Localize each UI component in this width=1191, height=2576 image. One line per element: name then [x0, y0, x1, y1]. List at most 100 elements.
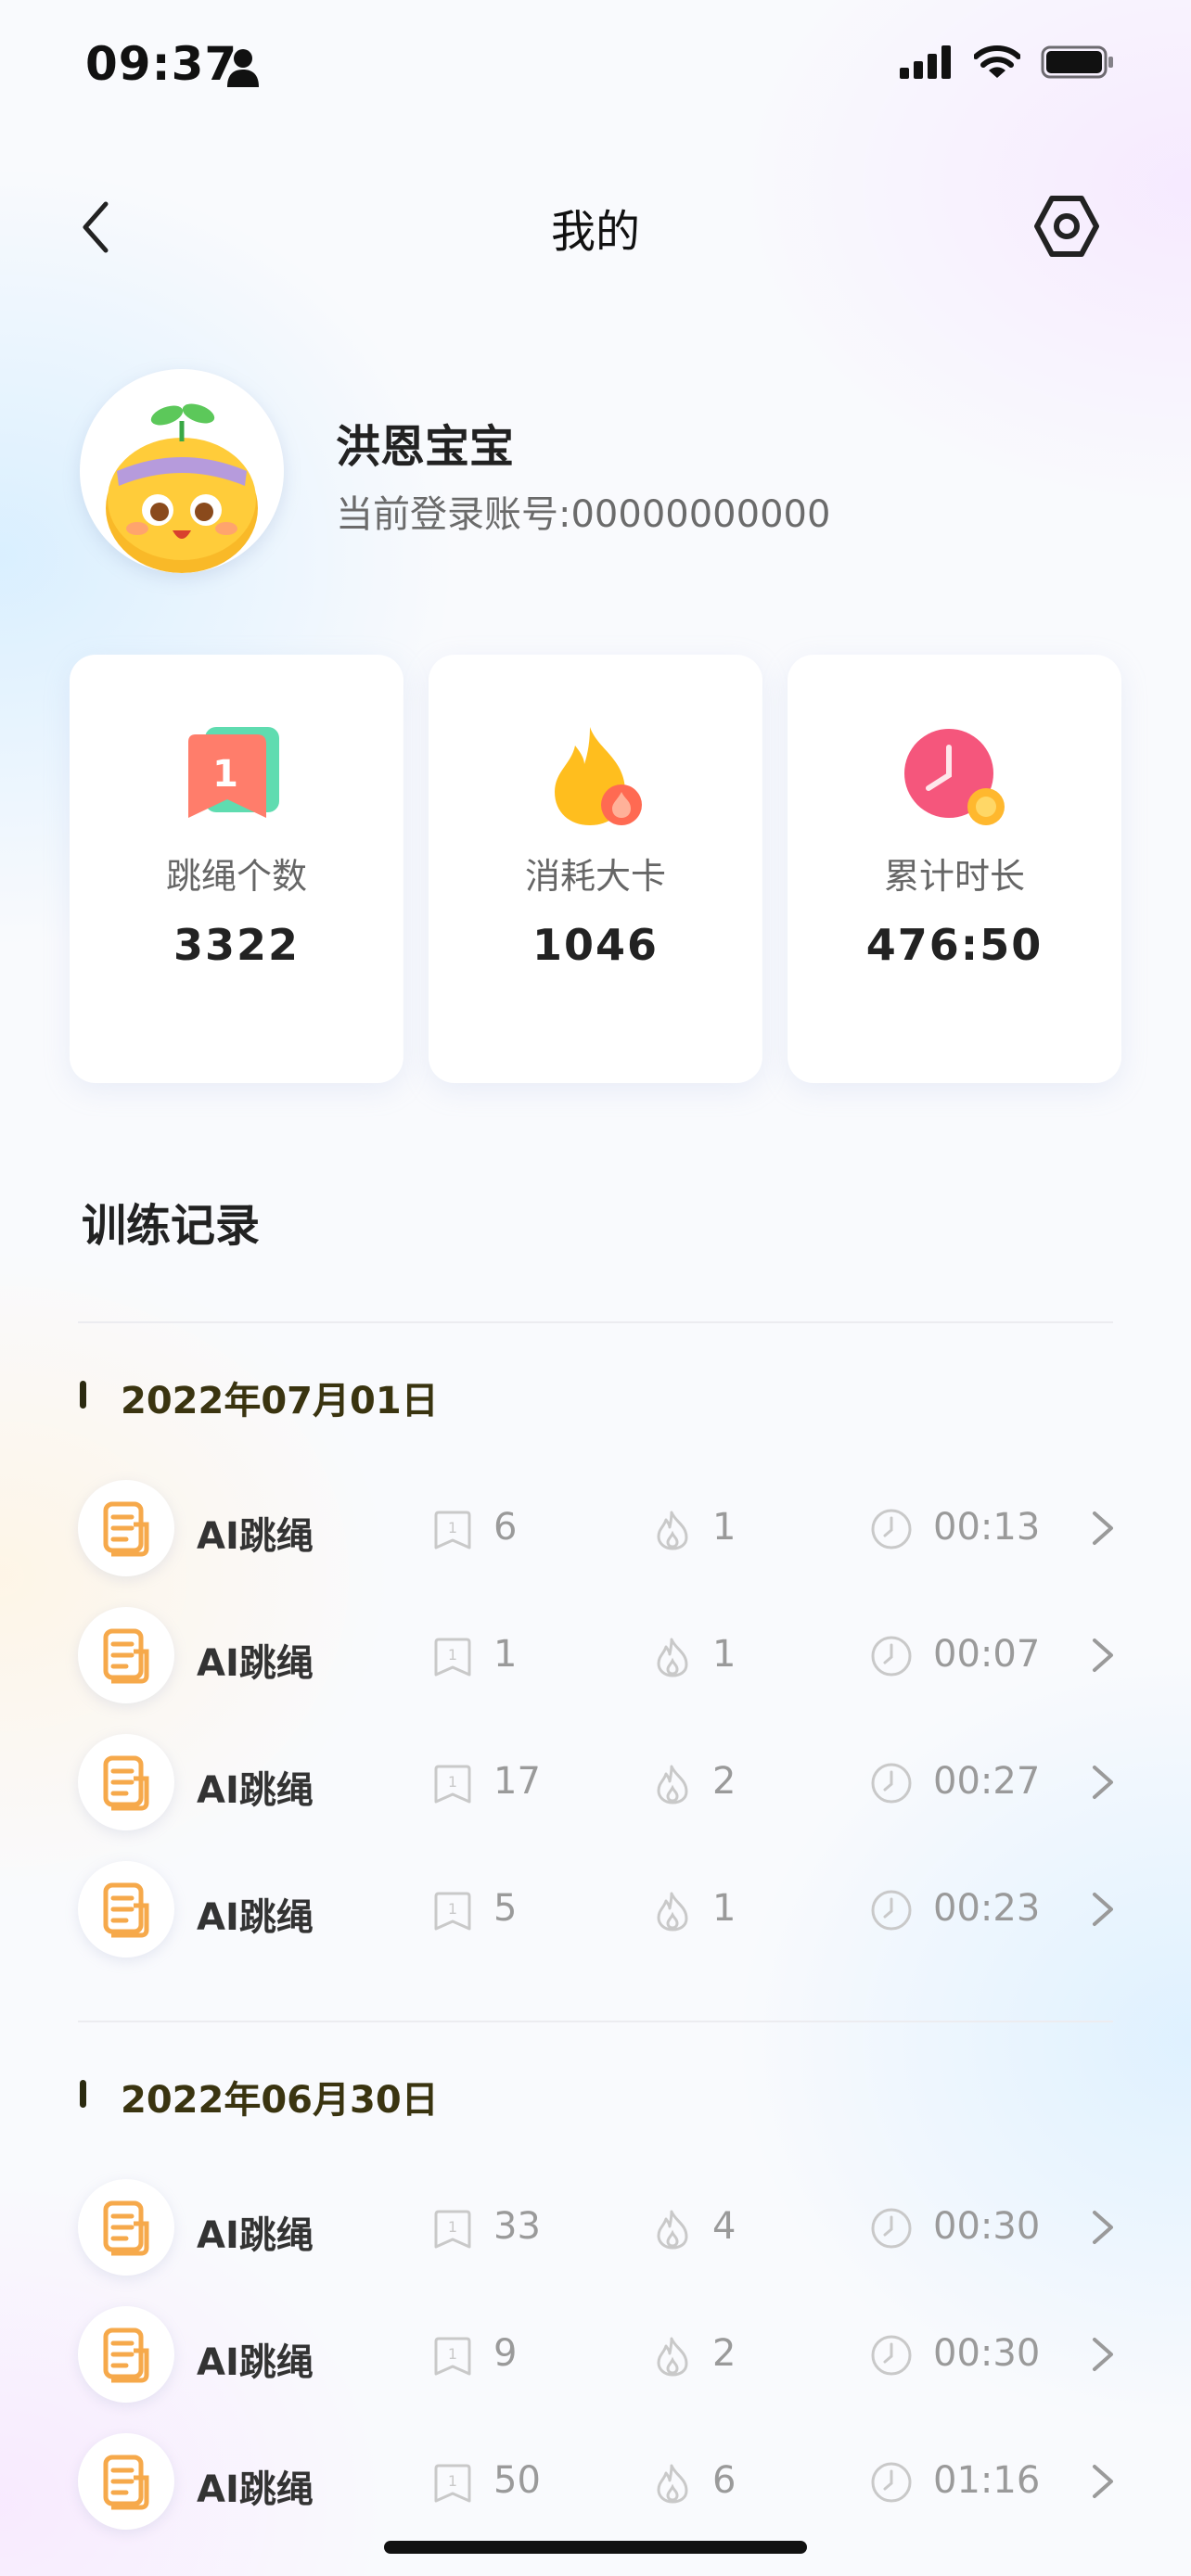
count-icon: 1 — [432, 2336, 473, 2377]
stat-label: 消耗大卡 — [524, 856, 666, 897]
record-count: 33 — [493, 2205, 541, 2248]
stat-label: 累计时长 — [883, 856, 1025, 897]
record-duration: 01:16 — [933, 2459, 1041, 2502]
record-row[interactable]: AI跳绳 1 5 1 00:23 — [78, 1861, 1126, 1958]
record-row[interactable]: AI跳绳 1 9 2 00:30 — [78, 2306, 1126, 2403]
fire-icon — [653, 2336, 694, 2377]
chevron-right-icon[interactable] — [1089, 1635, 1117, 1676]
fire-icon — [555, 727, 642, 825]
person-icon — [227, 49, 259, 87]
record-doc-icon — [78, 1861, 174, 1958]
stat-card-jump-count: 1 跳绳个数 3322 — [70, 655, 403, 1083]
record-doc-icon — [78, 2433, 174, 2530]
divider — [78, 1321, 1113, 1323]
record-count: 50 — [493, 2459, 541, 2502]
record-kcal: 4 — [712, 2205, 736, 2248]
fire-icon — [653, 2463, 694, 2504]
record-kcal: 1 — [712, 1633, 736, 1676]
record-name: AI跳绳 — [197, 1896, 314, 1939]
count-icon: 1 — [432, 2463, 473, 2504]
date-marker — [80, 1381, 86, 1409]
record-row[interactable]: AI跳绳 1 33 4 00:30 — [78, 2179, 1126, 2276]
page-title: 我的 — [550, 206, 640, 258]
record-count: 5 — [493, 1887, 518, 1930]
status-time: 09:37 — [85, 37, 238, 91]
record-name: AI跳绳 — [197, 1769, 314, 1812]
date-label: 2022年06月30日 — [121, 2079, 439, 2122]
chevron-right-icon[interactable] — [1089, 1508, 1117, 1549]
record-row[interactable]: AI跳绳 1 50 6 01:16 — [78, 2433, 1126, 2530]
record-duration: 00:23 — [933, 1887, 1041, 1930]
record-kcal: 2 — [712, 2332, 736, 2375]
fire-icon — [653, 1764, 694, 1804]
signal-icon — [900, 45, 951, 79]
record-name: AI跳绳 — [197, 1515, 314, 1558]
profile-name: 洪恩宝宝 — [336, 421, 515, 473]
record-row[interactable]: AI跳绳 1 1 1 00:07 — [78, 1607, 1126, 1703]
record-row[interactable]: AI跳绳 1 17 2 00:27 — [78, 1734, 1126, 1830]
record-count: 9 — [493, 2332, 518, 2375]
status-indicators — [900, 45, 1115, 80]
record-kcal: 2 — [712, 1760, 736, 1803]
sprout-mascot-icon — [106, 403, 258, 573]
count-icon: 1 — [432, 2209, 473, 2250]
record-name: AI跳绳 — [197, 1642, 314, 1685]
stat-card-duration: 累计时长 476:50 — [788, 655, 1121, 1083]
fire-icon — [653, 2209, 694, 2250]
clock-icon — [870, 1508, 912, 1549]
chevron-right-icon[interactable] — [1089, 2461, 1117, 2502]
record-doc-icon — [78, 1734, 174, 1830]
record-doc-icon — [78, 2179, 174, 2276]
chevron-right-icon[interactable] — [1089, 1762, 1117, 1803]
section-title: 训练记录 — [82, 1200, 261, 1252]
count-icon: 1 — [432, 1764, 473, 1804]
fire-icon — [653, 1891, 694, 1932]
record-doc-icon — [78, 2306, 174, 2403]
record-count: 17 — [493, 1760, 541, 1803]
clock-icon — [870, 1635, 912, 1677]
svg-text:1: 1 — [448, 1519, 457, 1537]
svg-text:1: 1 — [448, 2472, 457, 2490]
record-duration: 00:30 — [933, 2205, 1041, 2248]
record-duration: 00:30 — [933, 2332, 1041, 2375]
clock-icon — [870, 2334, 912, 2376]
stat-card-calories: 消耗大卡 1046 — [429, 655, 762, 1083]
svg-text:1: 1 — [212, 753, 238, 796]
stat-label: 跳绳个数 — [165, 856, 307, 897]
wifi-icon — [974, 45, 1020, 78]
record-duration: 00:27 — [933, 1760, 1041, 1803]
svg-text:1: 1 — [448, 1646, 457, 1664]
chevron-right-icon[interactable] — [1089, 2334, 1117, 2375]
record-name: AI跳绳 — [197, 2468, 314, 2511]
chevron-right-icon[interactable] — [1089, 1889, 1117, 1930]
svg-text:1: 1 — [448, 2218, 457, 2236]
clock-icon — [904, 729, 1005, 825]
divider — [78, 2021, 1113, 2022]
count-icon: 1 — [432, 1637, 473, 1677]
settings-icon[interactable] — [1031, 191, 1102, 261]
chevron-right-icon[interactable] — [1089, 2207, 1117, 2248]
record-count: 6 — [493, 1506, 518, 1549]
record-name: AI跳绳 — [197, 2214, 314, 2257]
svg-text:1: 1 — [448, 1773, 457, 1791]
stat-value: 3322 — [173, 920, 301, 970]
clock-icon — [870, 2207, 912, 2249]
date-marker — [80, 2080, 86, 2108]
svg-text:1: 1 — [448, 2345, 457, 2363]
stat-value: 476:50 — [865, 920, 1044, 970]
battery-icon — [1041, 45, 1113, 79]
fire-icon — [653, 1637, 694, 1677]
count-icon: 1 — [432, 1891, 473, 1932]
record-name: AI跳绳 — [197, 2341, 314, 2384]
record-kcal: 1 — [712, 1506, 736, 1549]
jump-count-icon: 1 — [188, 727, 279, 818]
record-row[interactable]: AI跳绳 1 6 1 00:13 — [78, 1480, 1126, 1576]
home-indicator[interactable] — [384, 2541, 807, 2554]
record-kcal: 6 — [712, 2459, 736, 2502]
profile-account: 当前登录账号:00000000000 — [336, 493, 831, 536]
record-duration: 00:07 — [933, 1633, 1041, 1676]
svg-text:1: 1 — [448, 1900, 457, 1918]
avatar[interactable] — [80, 369, 284, 573]
clock-icon — [870, 1889, 912, 1931]
clock-icon — [870, 1762, 912, 1804]
